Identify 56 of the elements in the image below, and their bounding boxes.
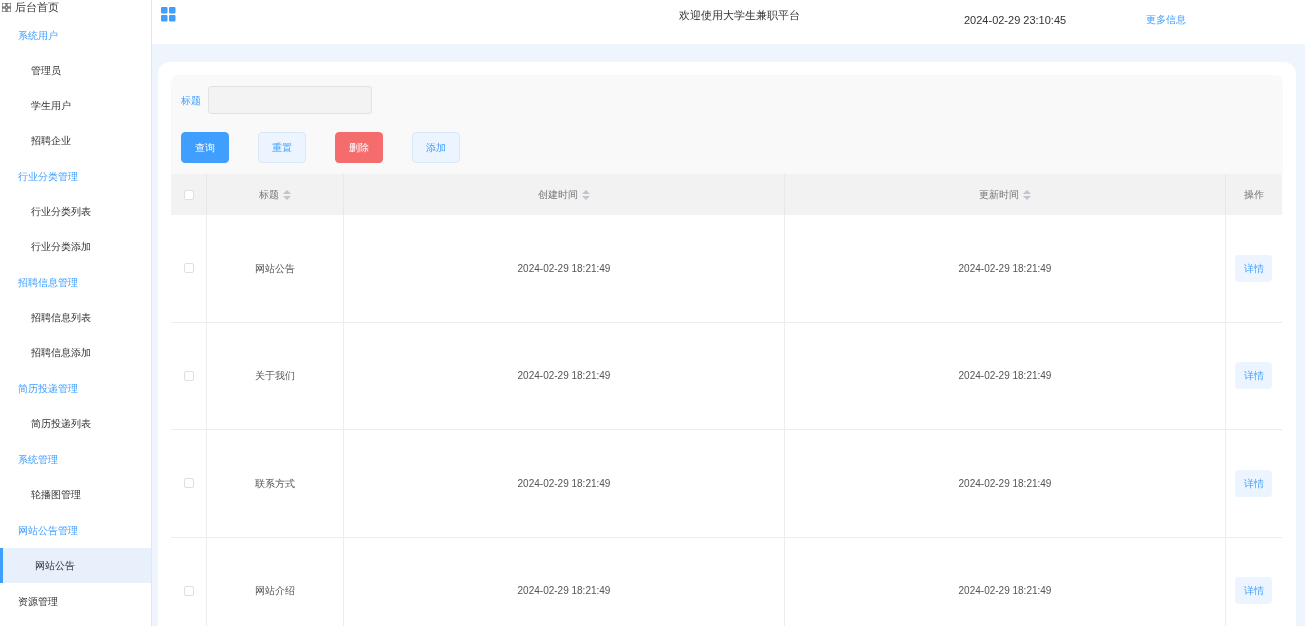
action-button[interactable]: 查询	[181, 132, 229, 163]
sidebar-item[interactable]: 后台首页	[15, 1, 59, 13]
sort-icon[interactable]	[582, 189, 590, 200]
sidebar-item[interactable]: 招聘信息添加	[0, 335, 151, 370]
detail-button[interactable]: 详情	[1235, 254, 1272, 282]
date-time: 2024-02-29 23:10:45	[964, 12, 1067, 28]
checkbox[interactable]	[183, 478, 194, 489]
sort-icon[interactable]	[283, 189, 291, 200]
sidebar-item[interactable]: 行业分类添加	[0, 229, 151, 264]
sidebar-item[interactable]: 招聘企业	[0, 123, 151, 158]
detail-button[interactable]: 详情	[1235, 362, 1272, 390]
table-cell-text: 网站介绍	[255, 584, 295, 599]
table-cell-text: 网站公告	[255, 261, 295, 276]
detail-button[interactable]: 详情	[1235, 577, 1272, 605]
table-cell-text: 2024-02-29 18:21:49	[958, 261, 1052, 276]
table-cell-text: 2024-02-29 18:21:49	[517, 584, 611, 599]
column-header: 操作	[1243, 188, 1264, 202]
table-cell-text: 关于我们	[255, 369, 295, 384]
table-cell-text: 2024-02-29 18:21:49	[958, 369, 1052, 384]
sidebar-item[interactable]: 学生用户	[0, 88, 151, 123]
menu-icon[interactable]	[161, 6, 176, 22]
checkbox[interactable]	[183, 585, 194, 596]
sort-icon[interactable]	[1023, 189, 1031, 200]
sidebar-item[interactable]: 网站公告	[0, 548, 151, 583]
menu-group[interactable]: 资源管理	[18, 593, 58, 609]
menu-group[interactable]: 招聘信息管理	[18, 274, 78, 290]
checkbox[interactable]	[183, 189, 194, 200]
checkbox[interactable]	[183, 370, 194, 381]
more-info-link[interactable]: 更多信息	[1146, 11, 1187, 27]
sidebar-item[interactable]: 轮播图管理	[0, 477, 151, 512]
table-cell-text: 联系方式	[255, 476, 295, 491]
sidebar-item[interactable]: 行业分类列表	[0, 194, 151, 229]
table-cell-text: 2024-02-29 18:21:49	[517, 261, 611, 276]
table-cell-text: 2024-02-29 18:21:49	[958, 584, 1052, 599]
action-button[interactable]: 删除	[335, 132, 383, 163]
page-title: 欢迎使用大学生兼职平台	[679, 7, 800, 23]
action-button[interactable]: 重置	[258, 132, 306, 163]
grid-icon	[2, 2, 11, 12]
checkbox[interactable]	[183, 263, 194, 274]
menu-group[interactable]: 行业分类管理	[18, 168, 78, 184]
table-cell-text: 2024-02-29 18:21:49	[958, 476, 1052, 491]
sidebar-item[interactable]: 管理员	[0, 53, 151, 88]
action-button[interactable]: 添加	[412, 132, 460, 163]
table-cell-text: 2024-02-29 18:21:49	[517, 369, 611, 384]
table-cell-text: 2024-02-29 18:21:49	[517, 476, 611, 491]
detail-button[interactable]: 详情	[1235, 469, 1272, 497]
column-header: 标题	[259, 188, 279, 202]
menu-group[interactable]: 系统用户	[18, 27, 58, 43]
column-header: 创建时间	[538, 188, 578, 202]
menu-group[interactable]: 系统管理	[18, 451, 58, 467]
field-label: 标题	[181, 93, 201, 108]
sidebar-item[interactable]: 招聘信息列表	[0, 300, 151, 335]
menu-group[interactable]: 简历投递管理	[18, 380, 78, 396]
menu-group[interactable]: 网站公告管理	[18, 522, 78, 538]
sidebar-item[interactable]: 简历投递列表	[0, 406, 151, 441]
column-header: 更新时间	[979, 188, 1019, 202]
